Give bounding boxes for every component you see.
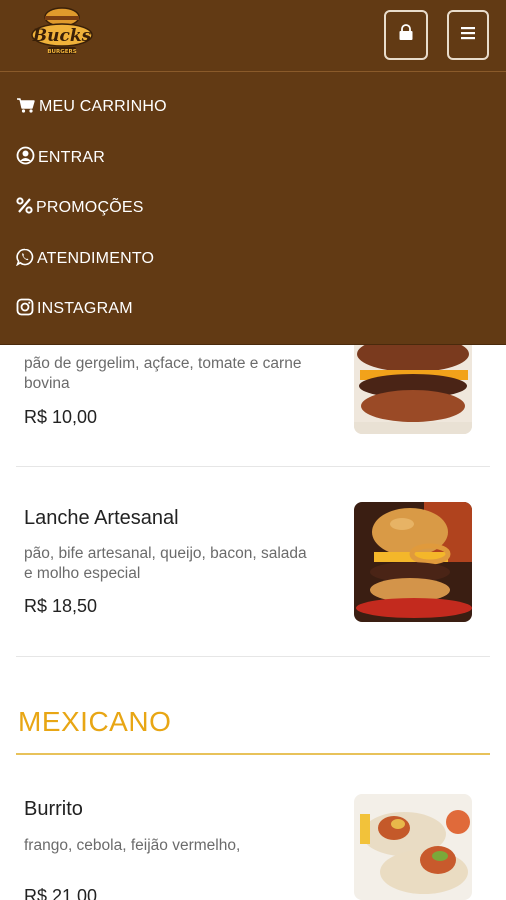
product-price: R$ 21,00 bbox=[24, 886, 98, 900]
product-description: frango, cebola, feijão vermelho, bbox=[24, 837, 241, 854]
top-header: Bucks BURGERS bbox=[0, 0, 506, 72]
product-price: R$ 10,00 bbox=[24, 407, 98, 427]
menu-toggle-button[interactable] bbox=[447, 10, 489, 60]
divider bbox=[16, 466, 490, 467]
burger-image[interactable] bbox=[354, 502, 472, 622]
logo-text: Bucks bbox=[32, 26, 92, 46]
category-underline bbox=[16, 753, 490, 755]
menu-item-label: MEU CARRINHO bbox=[39, 98, 167, 115]
menu-item-label: ATENDIMENTO bbox=[37, 250, 155, 267]
shopping-bag-icon bbox=[397, 23, 415, 47]
category-title: MEXICANO bbox=[18, 706, 172, 737]
percent-icon bbox=[16, 197, 36, 219]
product-name: Burrito bbox=[24, 798, 83, 820]
menu-item-promotions[interactable]: PROMOÇÕES bbox=[16, 193, 144, 223]
nav-menu: MEU CARRINHO ENTRAR PROMOÇÕES ATENDIMENT… bbox=[0, 72, 506, 345]
logo-subtext: BURGERS bbox=[47, 49, 76, 55]
hamburger-menu-icon bbox=[460, 26, 476, 45]
instagram-icon bbox=[16, 298, 37, 321]
product-description: pão de gergelim, açface, tomate e carne … bbox=[24, 355, 302, 392]
product-card[interactable]: Burrito frango, cebola, feijão vermelho,… bbox=[16, 780, 490, 900]
cart-icon bbox=[16, 97, 39, 118]
menu-item-support[interactable]: ATENDIMENTO bbox=[15, 244, 155, 274]
menu-item-label: PROMOÇÕES bbox=[36, 199, 144, 216]
product-price: R$ 18,50 bbox=[24, 596, 98, 616]
product-description: pão, bife artesanal, queijo, bacon, sala… bbox=[24, 545, 307, 582]
menu-item-instagram[interactable]: INSTAGRAM bbox=[16, 294, 133, 324]
whatsapp-icon bbox=[15, 248, 37, 271]
bag-button[interactable] bbox=[384, 10, 428, 60]
menu-item-login[interactable]: ENTRAR bbox=[16, 143, 105, 173]
menu-item-label: ENTRAR bbox=[38, 149, 105, 166]
user-circle-icon bbox=[16, 146, 38, 170]
divider bbox=[16, 656, 490, 657]
burrito-image[interactable] bbox=[354, 794, 472, 900]
menu-item-label: INSTAGRAM bbox=[37, 300, 133, 317]
bucks-burgers-logo[interactable]: Bucks BURGERS bbox=[22, 4, 100, 62]
product-card[interactable]: Lanche Artesanal pão, bife artesanal, qu… bbox=[16, 490, 490, 656]
product-name: Lanche Artesanal bbox=[24, 507, 179, 529]
menu-item-cart[interactable]: MEU CARRINHO bbox=[16, 92, 167, 122]
